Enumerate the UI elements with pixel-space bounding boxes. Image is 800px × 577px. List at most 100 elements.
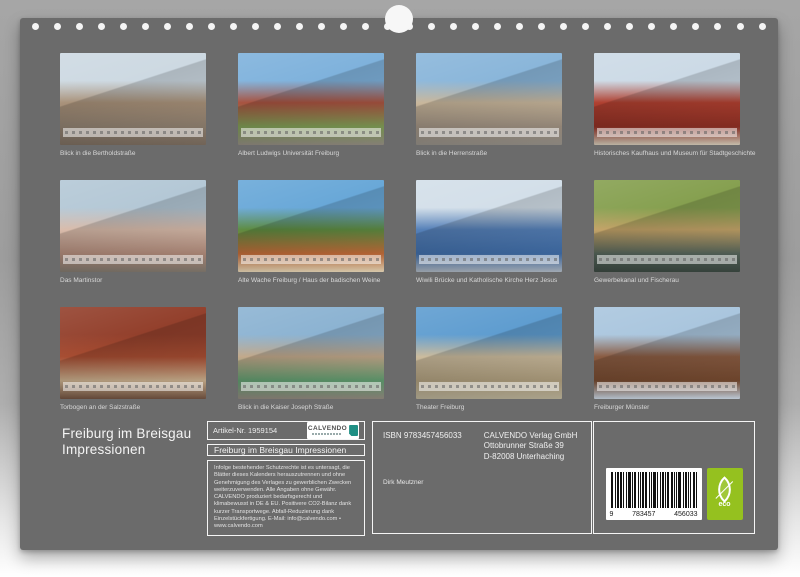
- calendar-title-line2: Impressionen: [62, 442, 191, 458]
- punch-hole: [340, 23, 347, 30]
- punch-hole: [494, 23, 501, 30]
- punch-hole: [626, 23, 633, 30]
- calendar-thumbnail: Gewerbekanal und Fischerau: [594, 180, 740, 285]
- punch-hole: [274, 23, 281, 30]
- calendar-thumbnail: Theater Freiburg: [416, 307, 562, 412]
- thumbnail-photo: [238, 307, 384, 399]
- order-info-column: Artikel-Nr. 1959154 CALVENDO Freiburg im…: [207, 421, 365, 534]
- punch-hole: [759, 23, 766, 30]
- thumbnail-photo: [594, 53, 740, 145]
- calvendo-logo-tagline: [312, 433, 342, 435]
- title-box-text: Freiburg im Breisgau Impressionen: [214, 445, 346, 455]
- barcode-box: 9 783457 456033 eco: [593, 421, 755, 534]
- punch-hole: [142, 23, 149, 30]
- thumbnail-caption: Torbogen an der Salzstraße: [60, 403, 206, 412]
- thumbnail-photo: [594, 180, 740, 272]
- punch-hole: [230, 23, 237, 30]
- punch-hole: [428, 23, 435, 30]
- calendar-thumbnail: Das Martinstor: [60, 180, 206, 285]
- thumbnail-caption: Albert Ludwigs Universität Freiburg: [238, 149, 384, 158]
- punch-hole: [648, 23, 655, 30]
- punch-hole: [54, 23, 61, 30]
- thumbnail-caption: Wiwili Brücke und Katholische Kirche Her…: [416, 276, 562, 285]
- publisher-street: Ottobrunner Straße 39: [484, 441, 578, 451]
- calendar-thumbnail: Freiburger Münster: [594, 307, 740, 412]
- calendar-back-page: Blick in die Bertholdstraße Albert Ludwig…: [20, 18, 778, 550]
- thumbnail-caption: Das Martinstor: [60, 276, 206, 285]
- title-box: Freiburg im Breisgau Impressionen: [207, 444, 365, 456]
- calendar-title-line1: Freiburg im Breisgau: [62, 426, 191, 442]
- barcode-digit-lead: 9: [610, 511, 614, 518]
- punch-hole: [120, 23, 127, 30]
- punch-hole: [32, 23, 39, 30]
- thumbnail-photo: [416, 53, 562, 145]
- thumbnail-caption: Historisches Kaufhaus und Museum für Sta…: [594, 149, 740, 158]
- calendar-thumbnail: Historisches Kaufhaus und Museum für Sta…: [594, 53, 740, 158]
- thumbnail-photo: [416, 180, 562, 272]
- thumbnail-photo: [60, 180, 206, 272]
- eco-leaf-icon: [711, 476, 738, 503]
- thumbnail-photo: [60, 307, 206, 399]
- watermark-strip: [597, 382, 737, 391]
- thumbnail-photo: [594, 307, 740, 399]
- thumbnail-caption: Blick in die Herrenstraße: [416, 149, 562, 158]
- punch-hole: [296, 23, 303, 30]
- watermark-strip: [419, 255, 559, 264]
- thumbnail-photo: [238, 53, 384, 145]
- calvendo-logo: CALVENDO: [307, 422, 359, 439]
- punch-hole: [208, 23, 215, 30]
- punch-hole: [450, 23, 457, 30]
- watermark-strip: [241, 128, 381, 137]
- publisher-address: CALVENDO Verlag GmbH Ottobrunner Straße …: [484, 431, 578, 462]
- thumbnail-caption: Blick in die Kaiser Joseph Straße: [238, 403, 384, 412]
- thumbnail-caption: Alte Wache Freiburg / Haus der badischen…: [238, 276, 384, 285]
- legal-box: Infolge bestehender Schutzrechte ist es …: [207, 460, 365, 536]
- calvendo-logo-text-wrap: CALVENDO: [308, 426, 347, 436]
- calendar-thumbnail: Blick in die Herrenstraße: [416, 53, 562, 158]
- punch-hole: [362, 23, 369, 30]
- isbn-text: ISBN 9783457456033: [383, 431, 462, 462]
- watermark-strip: [419, 382, 559, 391]
- calendar-thumbnail: Albert Ludwigs Universität Freiburg: [238, 53, 384, 158]
- punch-hole: [670, 23, 677, 30]
- hanger-notch: [385, 5, 413, 33]
- calendar-thumbnail: Alte Wache Freiburg / Haus der badischen…: [238, 180, 384, 285]
- watermark-strip: [241, 382, 381, 391]
- punch-hole: [516, 23, 523, 30]
- watermark-strip: [63, 255, 203, 264]
- thumbnail-caption: Theater Freiburg: [416, 403, 562, 412]
- thumbnail-caption: Gewerbekanal und Fischerau: [594, 276, 740, 285]
- legal-text: Infolge bestehender Schutzrechte ist es …: [214, 465, 358, 531]
- publisher-name: CALVENDO Verlag GmbH: [484, 431, 578, 441]
- article-number: Artikel-Nr. 1959154: [213, 426, 277, 435]
- calendar-thumbnail: Wiwili Brücke und Katholische Kirche Her…: [416, 180, 562, 285]
- eco-logo: eco: [707, 468, 743, 520]
- calendar-thumbnail: Blick in die Bertholdstraße: [60, 53, 206, 158]
- watermark-strip: [63, 382, 203, 391]
- watermark-strip: [63, 128, 203, 137]
- barcode-bars: [611, 472, 697, 508]
- publisher-city: D-82008 Unterhaching: [484, 452, 578, 462]
- ean-barcode: 9 783457 456033: [606, 468, 702, 520]
- punch-hole: [538, 23, 545, 30]
- punch-hole: [76, 23, 83, 30]
- publisher-box: ISBN 9783457456033 CALVENDO Verlag GmbH …: [372, 421, 592, 534]
- thumbnail-caption: Blick in die Bertholdstraße: [60, 149, 206, 158]
- punch-hole: [472, 23, 479, 30]
- punch-hole: [98, 23, 105, 30]
- thumbnail-photo: [238, 180, 384, 272]
- calendar-thumbnail: Torbogen an der Salzstraße: [60, 307, 206, 412]
- watermark-strip: [597, 255, 737, 264]
- watermark-strip: [419, 128, 559, 137]
- calendar-thumbnail: Blick in die Kaiser Joseph Straße: [238, 307, 384, 412]
- thumbnail-photo: [416, 307, 562, 399]
- barcode-digits-right: 456033: [674, 511, 697, 518]
- calvendo-logo-text: CALVENDO: [308, 426, 347, 433]
- punch-hole: [318, 23, 325, 30]
- author-name: Dirk Meutzner: [383, 479, 581, 486]
- thumbnail-caption: Freiburger Münster: [594, 403, 740, 412]
- barcode-digits-left: 783457: [632, 511, 655, 518]
- watermark-strip: [241, 255, 381, 264]
- punch-hole: [692, 23, 699, 30]
- punch-hole: [560, 23, 567, 30]
